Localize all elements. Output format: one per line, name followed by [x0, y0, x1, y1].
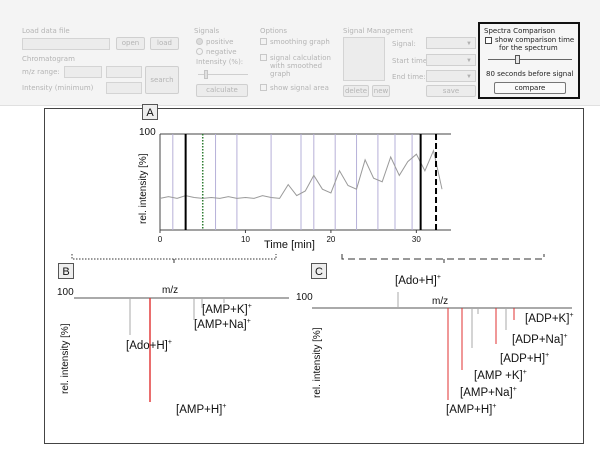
- spectrum-c-label-adp-k: [ADP+K]+: [525, 312, 574, 325]
- panel-c-label: C: [311, 263, 327, 279]
- bracket-c: [341, 254, 545, 260]
- spectrum-b-label-amp-na: [AMP+Na]+: [194, 318, 251, 331]
- spectrum-b-chart: [74, 297, 289, 402]
- spectrum-c-label-ado-h: [Ado+H]+: [395, 274, 441, 287]
- spectrum-c-label-adp-na: [ADP+Na]+: [512, 333, 568, 346]
- spectrum-c-label-amp-k: [AMP +K]+: [474, 369, 527, 382]
- spectrum-c-chart: [312, 292, 572, 400]
- spectrum-c-label-amp-na: [AMP+Na]+: [460, 386, 517, 399]
- spectrum-b-ylabel: rel. intensity [%]: [60, 323, 71, 394]
- spectrum-b-label-ado-h: [Ado+H]+: [126, 339, 172, 352]
- bracket-b: [71, 254, 277, 260]
- spectrum-b-y-max: 100: [57, 287, 74, 298]
- panel-b-label: B: [58, 263, 74, 279]
- spectrum-b-label-amp-k: [AMP+K]+: [202, 303, 252, 316]
- spectrum-b-label-amp-h: [AMP+H]+: [176, 403, 227, 416]
- spectrum-c-label-adp-h: [ADP+H]+: [500, 352, 550, 365]
- spectrum-c-label-amp-h: [AMP+H]+: [446, 403, 497, 416]
